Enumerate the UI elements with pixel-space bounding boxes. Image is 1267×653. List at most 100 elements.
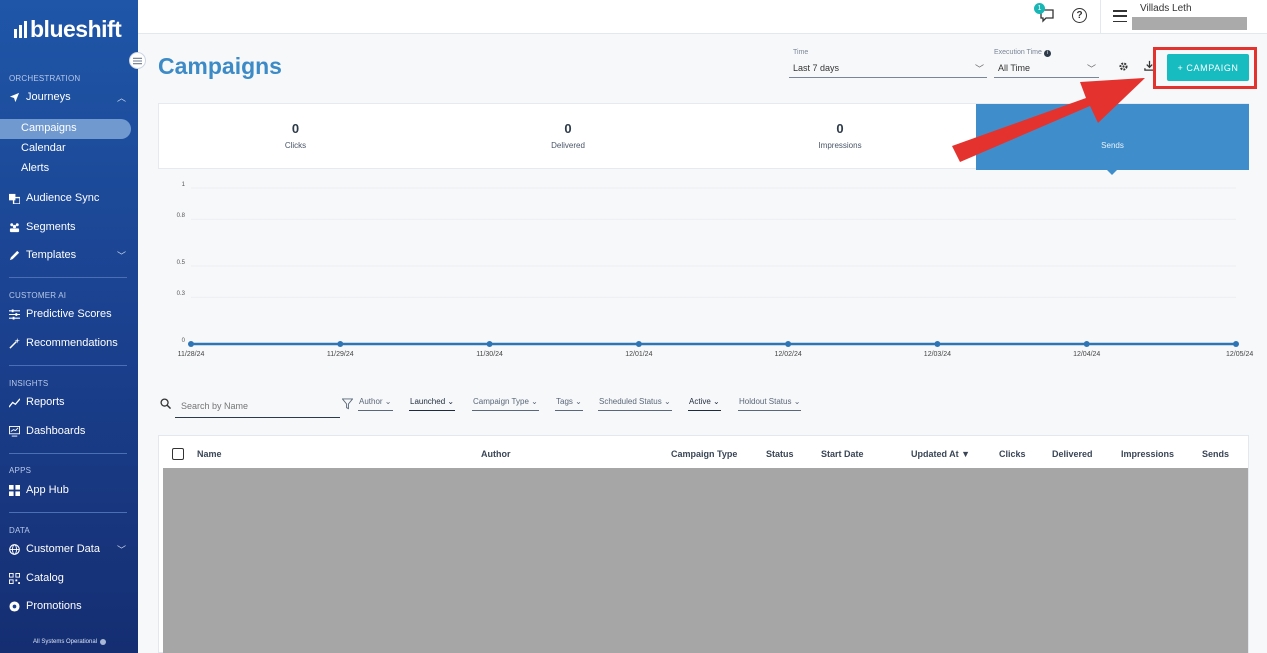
stat-delivered[interactable]: 0 Delivered — [432, 104, 704, 170]
redacted-table-rows — [163, 468, 1248, 653]
y-tick-label: 0 — [182, 338, 186, 344]
data-point[interactable] — [1083, 341, 1090, 347]
chevron-down-icon: ⌄ — [710, 397, 720, 406]
time-filter-select[interactable]: Last 7 days ﹀ — [789, 59, 987, 78]
column-header-start-date[interactable]: Start Date — [821, 449, 864, 459]
sidebar-divider — [9, 365, 127, 366]
filter-chip-label: Holdout Status — [739, 397, 792, 406]
line-chart-icon — [9, 397, 20, 408]
column-header-updated-at[interactable]: Updated At ▼ — [911, 449, 970, 459]
chevron-down-icon: ⌄ — [528, 397, 538, 406]
chevron-down-icon: ﹀ — [1086, 64, 1096, 74]
logo-bars-icon — [14, 21, 27, 38]
column-header-delivered[interactable]: Delivered — [1052, 449, 1093, 459]
notification-badge: 1 — [1034, 3, 1045, 14]
sidebar-item-templates[interactable]: Templates ﹀ — [9, 245, 128, 265]
data-point[interactable] — [337, 341, 344, 347]
x-tick-label: 11/28/24 — [178, 351, 205, 358]
redacted-user-info — [1132, 17, 1247, 30]
filter-chip-label: Active — [689, 397, 711, 406]
data-point[interactable] — [1233, 341, 1239, 347]
filter-chip-campaign-type[interactable]: Campaign Type ⌄ — [472, 397, 539, 411]
filter-chip-active[interactable]: Active ⌄ — [688, 397, 721, 411]
column-header-status[interactable]: Status — [766, 449, 794, 459]
data-point[interactable] — [635, 341, 642, 347]
chevron-down-icon: ﹀ — [116, 250, 126, 261]
select-all-checkbox[interactable] — [172, 448, 184, 460]
chevron-down-icon: ﹀ — [116, 544, 126, 555]
blueshift-logo[interactable]: blueshift — [14, 16, 122, 43]
filter-chip-label: Campaign Type — [473, 397, 529, 406]
pencil-icon — [9, 250, 20, 261]
stat-impressions[interactable]: 0 Impressions — [704, 104, 976, 170]
sidebar-item-customer-data[interactable]: Customer Data ﹀ — [9, 539, 128, 559]
execution-time-select[interactable]: All Time ﹀ — [994, 59, 1099, 78]
section-label-data: DATA — [9, 526, 30, 535]
sidebar-item-app-hub[interactable]: App Hub — [9, 480, 128, 500]
user-name[interactable]: Villads Leth — [1140, 3, 1192, 14]
globe-icon — [9, 543, 20, 555]
dashboard-icon — [9, 425, 20, 437]
filter-chip-author[interactable]: Author ⌄ — [358, 397, 393, 411]
filter-chip-tags[interactable]: Tags ⌄ — [555, 397, 583, 411]
data-point[interactable] — [486, 341, 493, 347]
qr-code-icon — [9, 572, 20, 584]
column-header-clicks[interactable]: Clicks — [999, 449, 1026, 459]
download-icon[interactable] — [1144, 60, 1155, 74]
sidebar-item-dashboards[interactable]: Dashboards — [9, 421, 128, 441]
active-stat-pointer — [1105, 168, 1119, 175]
sidebar-item-predictive-scores[interactable]: Predictive Scores — [9, 304, 128, 324]
sidebar-item-catalog[interactable]: Catalog — [9, 568, 128, 588]
sidebar-divider — [9, 453, 127, 454]
search-icon — [160, 398, 172, 412]
filter-chip-scheduled-status[interactable]: Scheduled Status ⌄ — [598, 397, 672, 411]
data-point[interactable] — [934, 341, 941, 347]
data-point[interactable] — [188, 341, 194, 347]
section-label-orchestration: ORCHESTRATION — [9, 74, 81, 83]
users-icon — [9, 222, 20, 233]
sidebar-item-recommendations[interactable]: Recommendations — [9, 333, 128, 353]
execution-time-label: Execution Time i — [994, 49, 1051, 57]
x-tick-label: 11/30/24 — [476, 351, 503, 358]
filter-chip-label: Author — [359, 397, 383, 406]
chevron-down-icon: ﹀ — [974, 64, 984, 74]
help-icon[interactable]: ? — [1072, 8, 1087, 23]
search-by-name-input[interactable] — [175, 394, 340, 418]
hamburger-menu-icon[interactable] — [1113, 10, 1127, 22]
sidebar-item-campaigns[interactable]: Campaigns — [21, 122, 77, 134]
x-tick-label: 11/29/24 — [327, 351, 354, 358]
chevron-up-icon: ︿ — [116, 92, 126, 103]
page-title: Campaigns — [158, 53, 282, 79]
column-header-sends[interactable]: Sends — [1202, 449, 1229, 459]
collapse-sidebar-button[interactable] — [129, 52, 146, 69]
filter-chip-holdout-status[interactable]: Holdout Status ⌄ — [738, 397, 802, 411]
y-tick-label: 0.8 — [177, 213, 186, 219]
stat-sends[interactable]: Sends — [976, 104, 1249, 170]
sidebar-item-calendar[interactable]: Calendar — [21, 142, 66, 154]
section-label-apps: APPS — [9, 466, 32, 475]
grid-icon — [9, 484, 20, 496]
sidebar-item-alerts[interactable]: Alerts — [21, 162, 49, 174]
filter-chip-launched[interactable]: Launched ⌄ — [409, 397, 456, 411]
column-header-impressions[interactable]: Impressions — [1121, 449, 1174, 459]
y-tick-label: 0.5 — [177, 260, 186, 266]
column-header-campaign-type[interactable]: Campaign Type — [671, 449, 737, 459]
data-point[interactable] — [785, 341, 792, 347]
sidebar-item-journeys[interactable]: Journeys ︿ — [9, 87, 128, 107]
system-status[interactable]: All Systems Operational — [33, 639, 107, 645]
sidebar-item-reports[interactable]: Reports — [9, 392, 128, 412]
x-tick-label: 12/04/24 — [1073, 351, 1100, 358]
stat-clicks[interactable]: 0 Clicks — [159, 104, 432, 170]
add-campaign-button[interactable]: + CAMPAIGN — [1167, 54, 1249, 81]
sidebar-item-promotions[interactable]: Promotions — [9, 596, 128, 616]
column-header-name[interactable]: Name — [197, 449, 222, 459]
chevron-down-icon: ⌄ — [382, 397, 392, 406]
sidebar-item-audience-sync[interactable]: Audience Sync — [9, 188, 128, 208]
sidebar-item-segments[interactable]: Segments — [9, 217, 128, 237]
column-header-author[interactable]: Author — [481, 449, 511, 459]
gear-icon[interactable] — [1118, 61, 1129, 75]
chevron-down-icon: ⌄ — [661, 397, 671, 406]
filter-funnel-icon[interactable] — [341, 397, 354, 415]
campaigns-table: Name Author Campaign Type Status Start Date U… — [158, 435, 1249, 653]
x-tick-label: 12/03/24 — [924, 351, 951, 358]
